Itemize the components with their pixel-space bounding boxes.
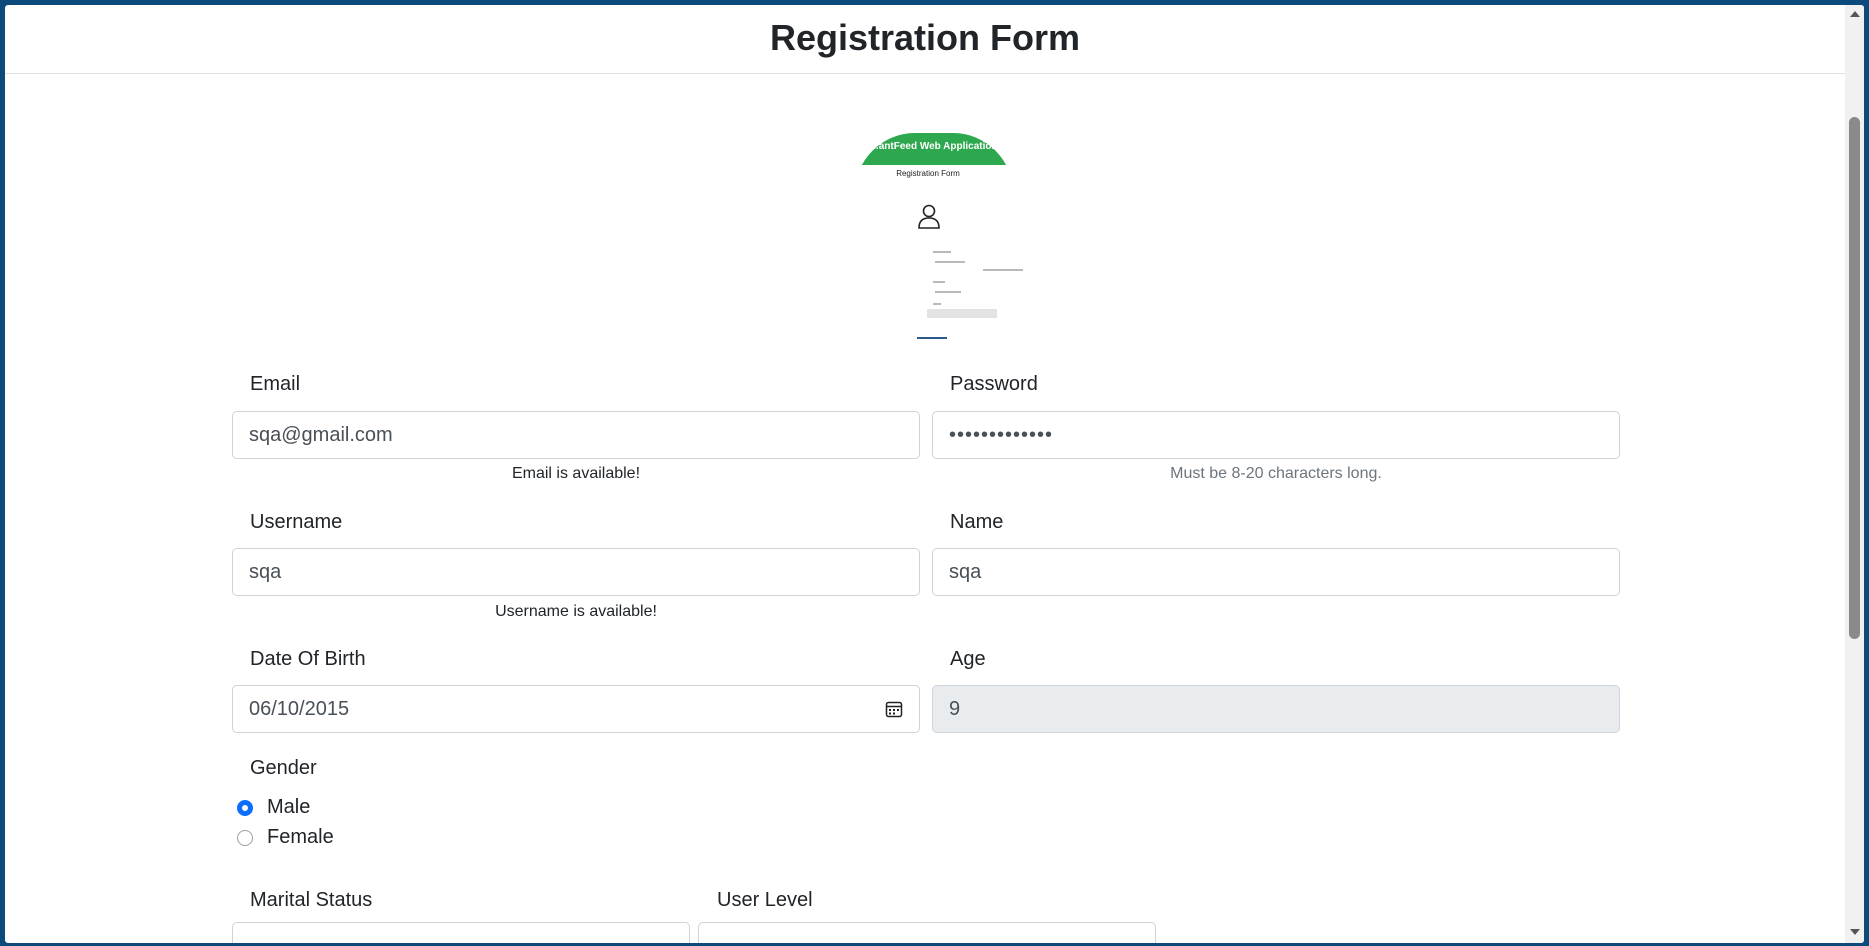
scroll-down-arrow-icon[interactable]: [1850, 929, 1860, 935]
preview-disabled-field: [927, 309, 997, 318]
browser-window: Registration Form ...antFeed Web Applica…: [5, 5, 1864, 943]
dob-label: Date Of Birth: [250, 648, 366, 670]
preview-banner-text: ...antFeed Web Application: [870, 141, 998, 152]
page-title: Registration Form: [769, 17, 1081, 58]
male-label[interactable]: Male: [267, 796, 310, 819]
user-icon: [918, 204, 940, 229]
male-radio[interactable]: [237, 800, 253, 816]
email-label: Email: [250, 373, 301, 395]
form-preview-image: ...antFeed Web Application Registration …: [843, 127, 1031, 345]
scroll-up-arrow-icon[interactable]: [1850, 11, 1860, 17]
username-label: Username: [250, 511, 343, 533]
preview-submit-bar: [917, 337, 947, 339]
preview-subtitle: Registration Form: [896, 169, 960, 178]
marital-status-label: Marital Status: [250, 889, 373, 911]
gender-label: Gender: [250, 757, 317, 779]
user-level-label: User Level: [717, 889, 813, 911]
username-field[interactable]: sqa: [232, 548, 920, 596]
scroll-thumb[interactable]: [1849, 117, 1860, 639]
dob-value: 06/10/2015: [249, 698, 350, 720]
email-field[interactable]: sqa@gmail.com: [232, 411, 920, 459]
page-header: Registration Form: [5, 5, 1845, 74]
female-radio[interactable]: [237, 830, 253, 846]
name-label: Name: [950, 511, 1004, 533]
user-level-select[interactable]: [698, 922, 1156, 943]
name-field[interactable]: sqa: [932, 548, 1620, 596]
password-hint: Must be 8-20 characters long.: [1170, 465, 1382, 482]
email-hint: Email is available!: [511, 465, 641, 482]
username-hint: Username is available!: [495, 603, 657, 620]
female-label[interactable]: Female: [267, 826, 334, 849]
age-label: Age: [950, 648, 986, 670]
age-field: 9: [932, 685, 1620, 733]
preview-header-strip: Registration Form: [849, 165, 1019, 195]
vertical-scrollbar[interactable]: [1845, 5, 1864, 943]
dob-field[interactable]: 06/10/2015: [232, 685, 920, 733]
calendar-icon[interactable]: [885, 700, 903, 718]
password-field[interactable]: •••••••••••••: [932, 411, 1620, 459]
password-label: Password: [950, 373, 1038, 395]
marital-status-select[interactable]: [232, 922, 690, 943]
